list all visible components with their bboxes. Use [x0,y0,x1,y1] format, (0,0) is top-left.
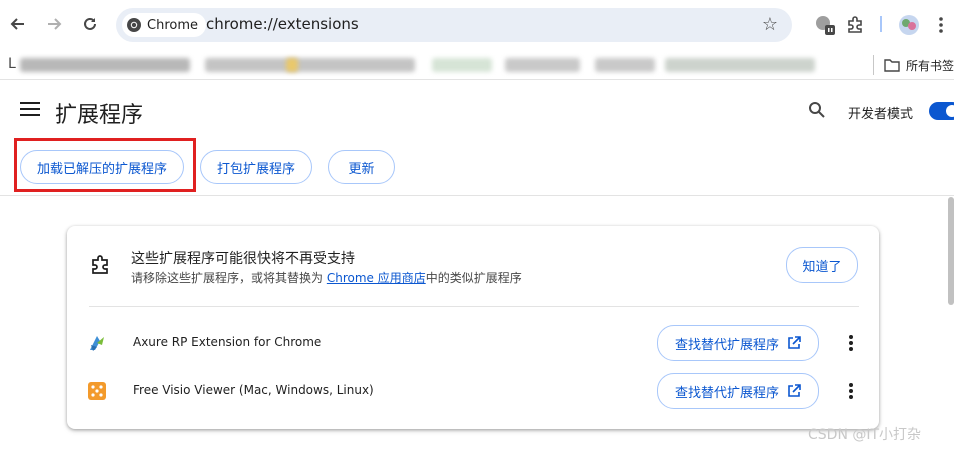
extensions-content: 这些扩展程序可能很快将不再受支持 请移除这些扩展程序，或将其替换为 Chrome… [0,197,954,451]
blurred-bookmark[interactable] [505,58,580,72]
open-in-new-icon [788,384,801,397]
folder-icon [884,58,900,72]
extension-more-icon[interactable] [845,335,857,355]
extension-row: Axure RP Extension for Chrome 查找替代扩展程序 [67,325,879,365]
more-menu-icon[interactable] [932,12,950,38]
page-title: 扩展程序 [55,103,144,128]
find-alternative-label: 查找替代扩展程序 [674,385,779,401]
bookmark-folder-icon[interactable]: L [8,56,16,72]
browser-toolbar: Chrome chrome://extensions ☆ [0,0,954,50]
back-button[interactable] [4,10,32,38]
site-chip-label: Chrome [147,17,198,33]
hamburger-menu-icon[interactable] [20,102,40,118]
extension-name: Free Visio Viewer (Mac, Windows, Linux) [133,383,374,397]
blurred-bookmark[interactable] [665,58,815,72]
warning-desc-text: 请移除这些扩展程序，或将其替换为 [131,271,327,285]
site-chip[interactable]: Chrome [122,13,206,37]
load-unpacked-button[interactable]: 加载已解压的扩展程序 [20,150,184,184]
watermark: CSDN @IT小打杂 [808,427,922,443]
chrome-web-store-link[interactable]: Chrome 应用商店 [327,271,426,285]
got-it-button[interactable]: 知道了 [786,247,858,283]
warning-title: 这些扩展程序可能很快将不再受支持 [131,251,355,267]
forward-arrow-icon [48,18,62,30]
extensions-header: 扩展程序 开发者模式 [0,82,954,142]
open-in-new-icon [788,336,801,349]
reload-icon [84,17,96,30]
extension-more-icon[interactable] [845,383,857,403]
extension-puzzle-icon [92,255,108,274]
extension-row: Free Visio Viewer (Mac, Windows, Linux) … [67,373,879,413]
forward-button[interactable] [40,10,68,38]
blurred-bookmark-icon [286,58,298,72]
address-bar[interactable]: Chrome chrome://extensions ☆ [116,8,792,42]
profile-avatar[interactable] [896,12,922,38]
extension-name: Axure RP Extension for Chrome [133,335,322,349]
developer-mode-toggle[interactable] [929,102,954,120]
incognito-profile-icon[interactable] [812,12,838,38]
developer-actions-bar: 加载已解压的扩展程序 打包扩展程序 更新 [0,138,954,196]
reload-button[interactable] [76,10,104,38]
find-alternative-label: 查找替代扩展程序 [674,337,779,353]
url-text[interactable]: chrome://extensions [206,15,359,33]
pack-extension-button[interactable]: 打包扩展程序 [200,150,312,184]
blurred-bookmark[interactable] [20,58,190,72]
blurred-bookmark[interactable] [205,58,415,72]
warning-desc-text-end: 中的类似扩展程序 [425,271,522,285]
scrollbar-thumb[interactable] [948,197,954,305]
extensions-puzzle-icon[interactable] [842,12,868,38]
bookmark-star-icon[interactable]: ☆ [762,14,778,35]
unsupported-warning-card: 这些扩展程序可能很快将不再受支持 请移除这些扩展程序，或将其替换为 Chrome… [67,226,879,429]
update-button[interactable]: 更新 [328,150,395,184]
back-arrow-icon [10,18,24,30]
all-bookmarks-button[interactable]: 所有书签 [872,55,954,75]
warning-description: 请移除这些扩展程序，或将其替换为 Chrome 应用商店中的类似扩展程序 [131,269,522,286]
blurred-bookmark[interactable] [595,58,655,72]
axure-icon [90,336,104,351]
find-alternative-button[interactable]: 查找替代扩展程序 [657,373,819,409]
all-bookmarks-label: 所有书签 [905,58,954,73]
developer-mode-label: 开发者模式 [848,107,914,122]
find-alternative-button[interactable]: 查找替代扩展程序 [657,325,819,361]
blurred-bookmark[interactable] [432,58,492,72]
bookmarks-bar: L 所有书签 [0,50,954,80]
search-icon[interactable] [808,101,826,123]
card-divider [89,306,859,307]
toolbar-separator [880,16,882,32]
toggle-knob [946,105,954,117]
visio-viewer-icon [88,382,106,400]
chrome-logo-icon [127,18,141,32]
